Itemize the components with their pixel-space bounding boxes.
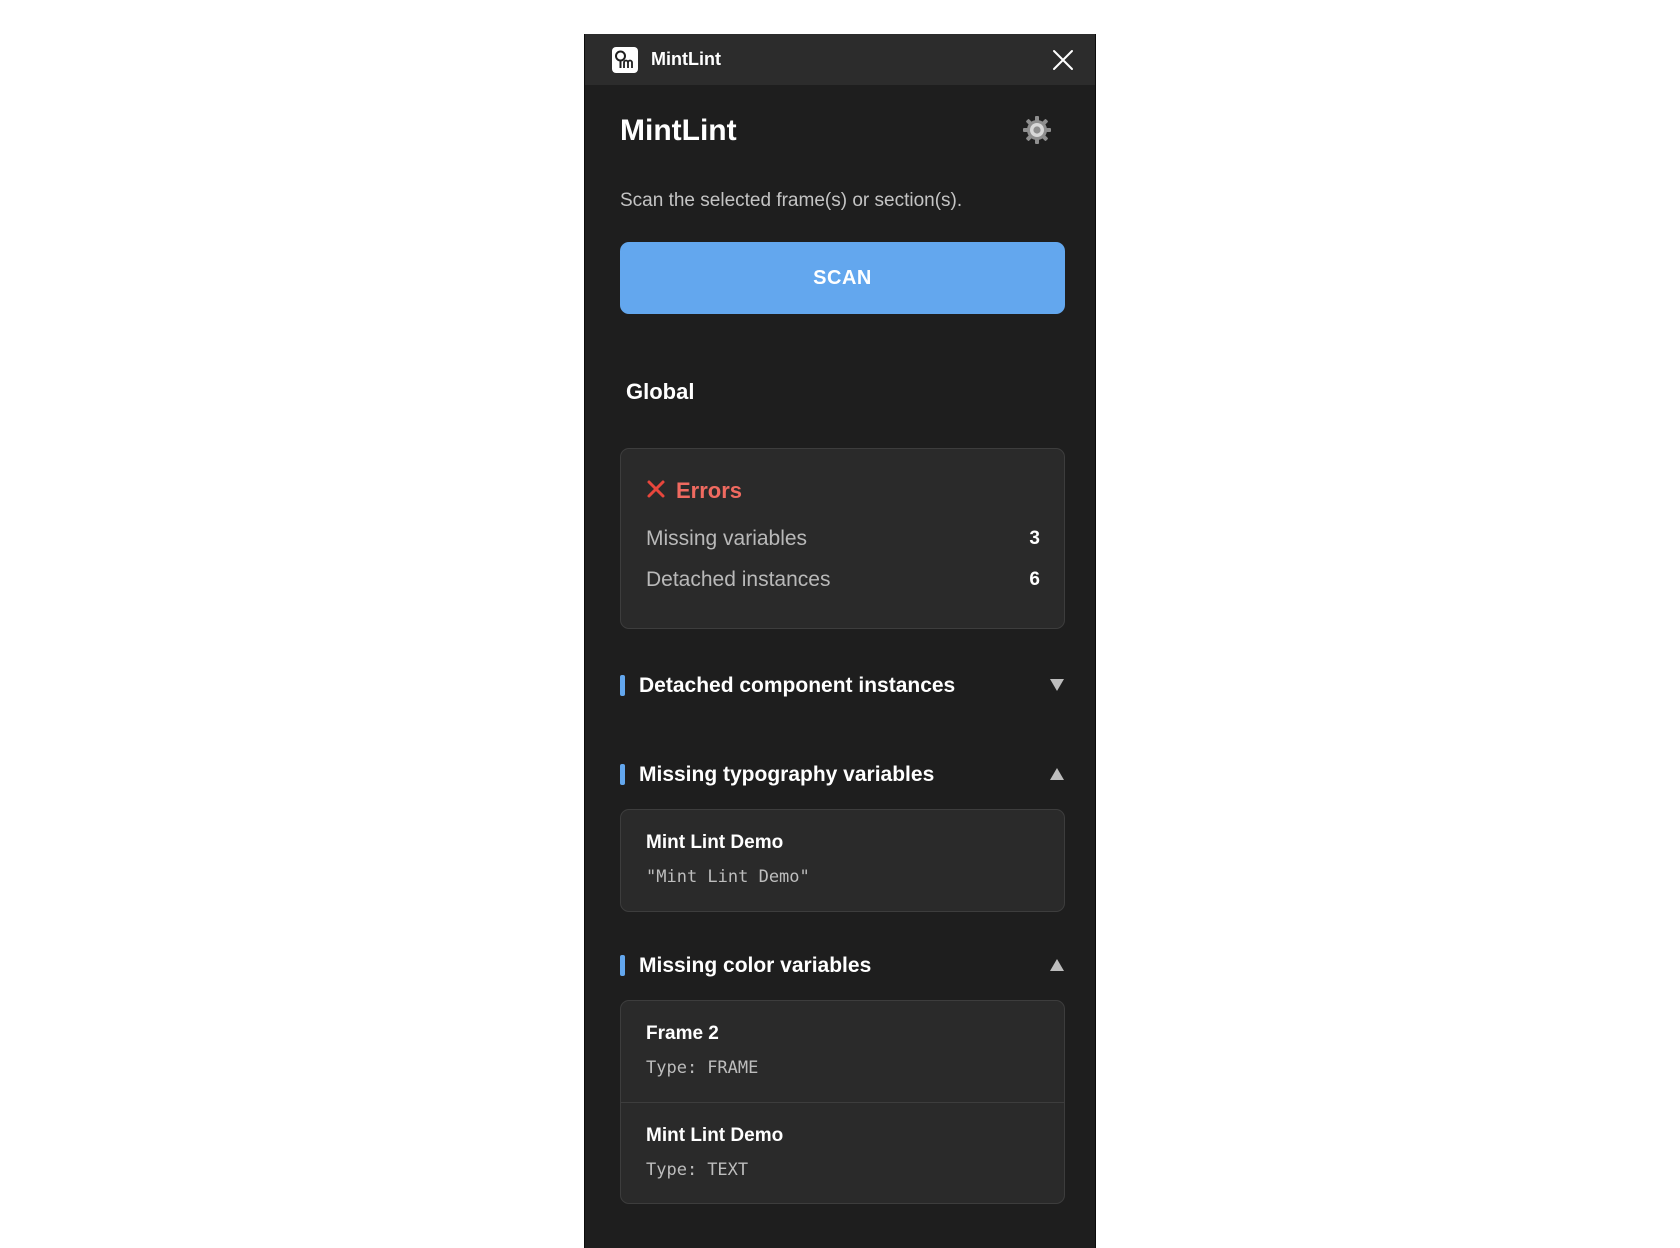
item-text-preview: "Mint Lint Demo" — [646, 867, 810, 887]
stat-label: Detached instances — [646, 568, 831, 591]
item-type-value: FRAME — [707, 1058, 759, 1078]
chevron-up-icon[interactable] — [1049, 958, 1065, 972]
window-title: MintLint — [651, 49, 721, 69]
stat-value: 3 — [1029, 528, 1040, 549]
section-accent-bar — [620, 764, 625, 785]
stat-row-detached-instances: Detached instances 6 — [646, 566, 1040, 594]
item-type-value: TEXT — [707, 1160, 749, 1180]
section-title: Missing color variables — [639, 954, 872, 977]
section-accent-bar — [620, 675, 625, 696]
section-missing-color-variables[interactable]: Missing color variables — [620, 946, 1065, 986]
plugin-window: MintLint MintLint Scan the selected fram… — [584, 34, 1096, 1248]
typography-items-card: Mint Lint Demo "Mint Lint Demo" — [620, 809, 1065, 912]
scan-button[interactable]: SCAN — [620, 242, 1065, 314]
close-icon[interactable] — [1051, 48, 1075, 72]
window-titlebar: MintLint — [585, 34, 1095, 85]
section-accent-bar — [620, 955, 625, 976]
errors-label: Errors — [676, 478, 743, 503]
item-title: Frame 2 — [646, 1023, 719, 1044]
mintlint-logo-icon — [612, 47, 638, 73]
item-type-key: Type: — [646, 1160, 698, 1180]
section-missing-typography-variables[interactable]: Missing typography variables — [620, 755, 1065, 795]
section-title: Missing typography variables — [639, 763, 935, 786]
gear-icon[interactable] — [1021, 114, 1053, 146]
x-error-icon — [646, 479, 666, 504]
section-detached-component-instances[interactable]: Detached component instances — [620, 666, 1065, 706]
section-title: Detached component instances — [639, 674, 956, 697]
list-item[interactable]: Mint Lint Demo Type: TEXT — [621, 1102, 1064, 1204]
list-item[interactable]: Frame 2 Type: FRAME — [621, 1001, 1064, 1102]
stat-value: 6 — [1029, 569, 1040, 590]
chevron-up-icon[interactable] — [1049, 767, 1065, 781]
global-heading: Global — [626, 379, 695, 404]
item-type: Type: FRAME — [646, 1056, 758, 1080]
chevron-down-icon[interactable] — [1049, 678, 1065, 692]
item-title: Mint Lint Demo — [646, 1125, 784, 1146]
scan-description: Scan the selected frame(s) or section(s)… — [620, 190, 963, 211]
item-title: Mint Lint Demo — [646, 832, 784, 853]
item-type-key: Type: — [646, 1058, 698, 1078]
list-item[interactable]: Mint Lint Demo "Mint Lint Demo" — [621, 810, 1064, 911]
errors-summary-card: Errors Missing variables 3 Detached inst… — [620, 448, 1065, 629]
item-type: Type: TEXT — [646, 1158, 748, 1182]
stat-label: Missing variables — [646, 527, 808, 550]
stat-row-missing-variables: Missing variables 3 — [646, 525, 1040, 553]
color-items-card: Frame 2 Type: FRAME Mint Lint Demo Type:… — [620, 1000, 1065, 1204]
errors-header: Errors — [646, 477, 742, 505]
page-title: MintLint — [620, 114, 737, 147]
